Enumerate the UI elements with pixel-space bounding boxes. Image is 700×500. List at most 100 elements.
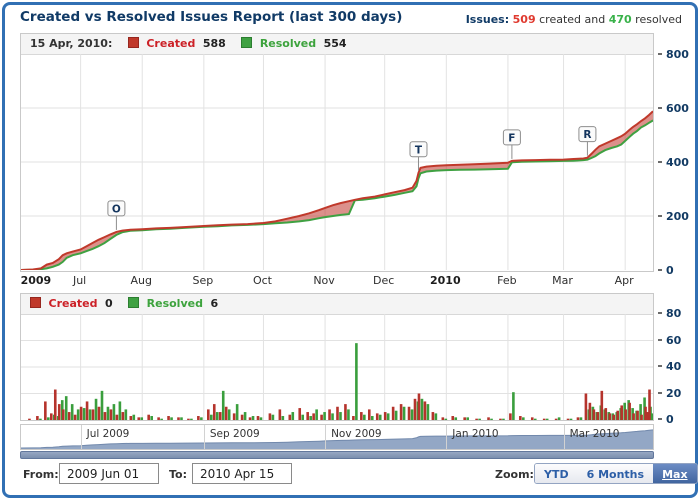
created-bar [604, 408, 607, 420]
created-bar [129, 416, 132, 420]
created-bar [344, 404, 347, 420]
resolved-bar [272, 415, 275, 420]
created-bar [50, 413, 53, 420]
created-bar [543, 419, 546, 420]
resolved-bar [339, 412, 342, 420]
resolved-bar [379, 415, 382, 420]
created-line [21, 111, 653, 270]
created-bar [487, 417, 490, 420]
resolved-legend-label[interactable]: Resolved [147, 297, 203, 310]
x-tick-mar: Mar [552, 274, 573, 287]
created-bar [98, 407, 101, 420]
created-bar [400, 404, 403, 420]
resolved-legend-value: 554 [324, 37, 347, 50]
navigator-label-jan-2010: Jan 2010 [452, 428, 498, 440]
zoom-max-button[interactable]: Max [653, 464, 696, 483]
created-bar [368, 409, 371, 420]
created-bar [80, 407, 83, 420]
resolved-bar [395, 411, 398, 420]
created-swatch-icon [30, 297, 41, 308]
resolved-bar [323, 412, 326, 420]
resolved-bar [363, 415, 366, 420]
resolved-bar [355, 343, 358, 420]
zoom-6months-button[interactable]: 6 Months [578, 464, 653, 483]
resolved-bar [95, 399, 98, 420]
flag-marker-f[interactable]: F [503, 130, 520, 159]
created-bar [451, 416, 454, 420]
created-bar [137, 417, 140, 420]
resolved-bar [140, 417, 143, 420]
created-bar [241, 415, 244, 420]
created-bar [384, 412, 387, 420]
created-bar [104, 412, 107, 420]
flag-marker-o[interactable]: O [108, 201, 125, 230]
resolved-bar [170, 417, 173, 420]
resolved-bar [47, 417, 50, 420]
resolved-bar [651, 413, 653, 420]
resolved-bar [411, 409, 414, 420]
created-bar [509, 413, 512, 420]
timeline-navigator[interactable]: Jul 2009Sep 2009Nov 2009Jan 2010Mar 2010 [20, 424, 654, 450]
issues-created-count: 509 [513, 13, 536, 26]
created-bar [418, 394, 421, 421]
created-bar [167, 416, 170, 420]
x-tick-nov: Nov [313, 274, 334, 287]
issues-summary: Issues: 509 created and 470 resolved [466, 13, 682, 26]
created-bar [424, 401, 427, 420]
navigator-separator [204, 425, 205, 449]
created-bar [44, 401, 47, 420]
resolved-bar [150, 416, 153, 420]
created-bar [86, 401, 89, 420]
x-tick-2009: 2009 [21, 274, 52, 287]
daily-bar-chart-plot[interactable] [21, 314, 653, 420]
created-bar [269, 413, 272, 420]
created-bar [636, 411, 639, 420]
created-bar [352, 416, 355, 420]
resolved-bar [119, 401, 122, 420]
resolved-swatch-icon [128, 297, 139, 308]
resolved-bar [244, 412, 247, 420]
resolved-bar [454, 417, 457, 420]
resolved-bar [160, 419, 163, 420]
resolved-bar [309, 416, 312, 420]
created-legend-label[interactable]: Created [49, 297, 98, 310]
created-legend-label[interactable]: Created [146, 37, 195, 50]
y-tick-600: 600 [658, 102, 689, 115]
created-bar [531, 417, 534, 420]
resolved-bar [200, 417, 203, 420]
resolved-bar [466, 417, 469, 420]
x-tick-sep: Sep [192, 274, 213, 287]
navigator-label-sep-2009: Sep 2009 [210, 428, 260, 440]
created-bar [432, 412, 435, 420]
created-bar [360, 412, 363, 420]
zoom-ytd-button[interactable]: YTD [535, 464, 578, 483]
resolved-bar [502, 419, 505, 420]
x-tick-apr: Apr [615, 274, 634, 287]
created-bar [499, 419, 502, 420]
created-bar [442, 417, 445, 420]
daily-y-axis: 806040200 [658, 314, 700, 420]
cumulative-y-axis: 8006004002000 [658, 55, 700, 271]
created-bar [187, 419, 190, 420]
resolved-legend-label[interactable]: Resolved [260, 37, 316, 50]
cumulative-chart-svg[interactable]: OTFR [21, 54, 653, 270]
daily-bar-chart-svg[interactable] [21, 314, 653, 420]
created-bar [408, 407, 411, 420]
cumulative-chart-plot[interactable]: OTFR [21, 54, 653, 271]
created-bar [328, 409, 331, 420]
to-date-input[interactable] [192, 463, 292, 484]
navigator-scrollbar[interactable] [20, 451, 654, 459]
resolved-bar [228, 409, 231, 420]
created-bar [320, 415, 323, 420]
from-label: From: [23, 468, 59, 481]
page-title: Created vs Resolved Issues Report (last … [20, 9, 402, 25]
created-bar [157, 417, 160, 420]
resolved-bar [39, 419, 42, 420]
created-bar [597, 412, 600, 420]
resolved-swatch-icon [241, 37, 252, 48]
resolved-legend-value: 6 [210, 297, 218, 310]
created-bar [624, 409, 627, 420]
y-tick-800: 800 [658, 48, 689, 61]
y-tick-0: 0 [658, 264, 674, 277]
from-date-input[interactable] [59, 463, 159, 484]
